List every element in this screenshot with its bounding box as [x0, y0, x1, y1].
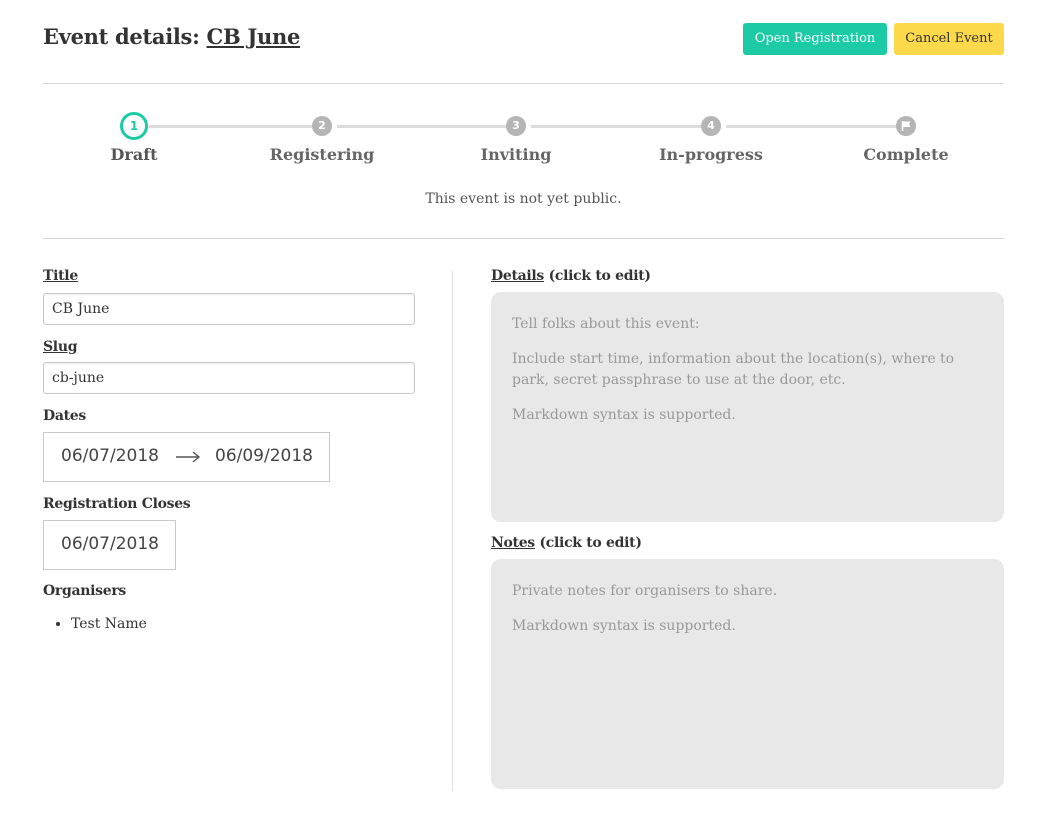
slug-label: Slug — [43, 339, 78, 355]
title-input[interactable]: CB June — [43, 293, 415, 325]
step-label: Registering — [269, 145, 375, 164]
step-label: Inviting — [480, 145, 552, 164]
title-label: Title — [43, 268, 78, 284]
step-complete: Complete — [836, 112, 976, 164]
notes-placeholder-line: Private notes for organisers to share. — [512, 583, 778, 599]
notes-hint: (click to edit) — [534, 535, 642, 551]
step-number: 2 — [312, 116, 332, 136]
step-label: In-progress — [659, 145, 763, 164]
step-draft: 1 Draft — [64, 112, 204, 164]
dates-label: Dates — [43, 408, 86, 424]
progress-steps: 1 Draft 2 Registering 3 Inviting 4 In-pr… — [43, 112, 1004, 172]
column-divider — [452, 271, 453, 791]
notes-label: Notes (click to edit) — [491, 535, 1004, 551]
divider — [43, 238, 1004, 239]
details-placeholder-line: Include start time, information about th… — [512, 351, 955, 388]
slug-input[interactable]: cb-june — [43, 362, 415, 394]
flag-icon — [896, 116, 916, 136]
step-in-progress: 4 In-progress — [641, 112, 781, 164]
editable-sections: Details (click to edit) Tell folks about… — [491, 268, 1004, 789]
notes-placeholder-line: Markdown syntax is supported. — [512, 618, 736, 634]
date-range-picker: 06/07/2018 06/09/2018 — [43, 432, 330, 482]
page-title: Event details: CB June — [43, 24, 300, 49]
step-number: 3 — [506, 116, 526, 136]
details-editor[interactable]: Tell folks about this event: Include sta… — [491, 292, 1004, 522]
step-label: Draft — [110, 145, 158, 164]
event-form: Title CB June Slug cb-june Dates 06/07/2… — [43, 268, 423, 632]
details-hint: (click to edit) — [544, 268, 651, 284]
organisers-label: Organisers — [43, 583, 126, 599]
organisers-list: Test Name — [43, 616, 423, 632]
notes-label-text: Notes — [491, 535, 535, 551]
details-placeholder-line: Tell folks about this event: — [512, 316, 700, 332]
page-title-prefix: Event details: — [43, 24, 207, 49]
event-name-link[interactable]: CB June — [207, 24, 301, 49]
end-date-input[interactable]: 06/09/2018 — [215, 446, 313, 466]
arrow-right-icon — [176, 451, 201, 463]
step-inviting: 3 Inviting — [446, 112, 586, 164]
step-number: 1 — [120, 112, 148, 140]
open-registration-button[interactable]: Open Registration — [743, 23, 887, 55]
registration-closes-label: Registration Closes — [43, 496, 191, 512]
details-label: Details (click to edit) — [491, 268, 1004, 284]
start-date-input[interactable]: 06/07/2018 — [61, 446, 159, 466]
step-registering: 2 Registering — [252, 112, 392, 164]
step-label: Complete — [863, 145, 949, 164]
notes-editor[interactable]: Private notes for organisers to share. M… — [491, 559, 1004, 789]
registration-closes-input[interactable]: 06/07/2018 — [61, 534, 159, 554]
registration-closes-picker: 06/07/2018 — [43, 520, 176, 570]
details-placeholder-line: Markdown syntax is supported. — [512, 407, 736, 423]
cancel-event-button[interactable]: Cancel Event — [894, 23, 1004, 55]
page-header: Event details: CB June Open Registration… — [43, 20, 1004, 60]
step-number: 4 — [701, 116, 721, 136]
details-label-text: Details — [491, 268, 545, 284]
divider — [43, 83, 1004, 84]
event-status-text: This event is not yet public. — [425, 191, 622, 207]
organiser-item: Test Name — [71, 616, 423, 632]
